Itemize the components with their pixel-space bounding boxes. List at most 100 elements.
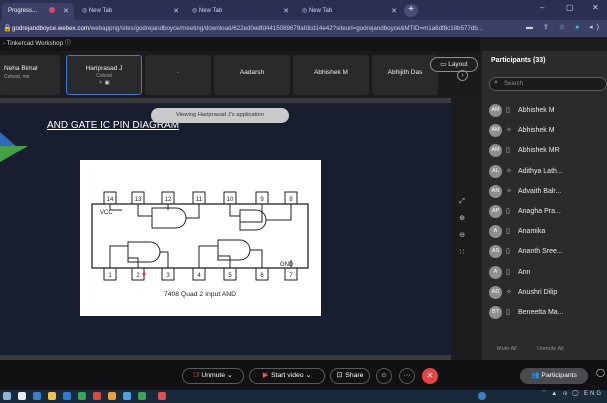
avatar: A	[489, 265, 502, 279]
chat-icon[interactable]: ◯	[596, 368, 605, 377]
list-item[interactable]: BT ▯ Beneetta Ma...	[482, 303, 607, 323]
list-item[interactable]: AM ✧ Abhishek M	[482, 121, 607, 141]
bottom-pins: 1 2 3 4 5 6 7	[103, 267, 298, 281]
layout-button[interactable]: ▭ Layout	[430, 57, 478, 72]
leave-meeting-button[interactable]: ✕	[422, 368, 438, 384]
expand-icon[interactable]: ⤢	[455, 195, 469, 209]
unmute-all-button[interactable]: Unmute All	[537, 346, 564, 352]
pin-label: 13	[135, 197, 142, 203]
app-icon[interactable]	[108, 392, 116, 400]
system-tray[interactable]: ⌃ ▲ ദ ◯ ENG	[542, 391, 603, 398]
mic-muted-icon: 🎙̸	[193, 372, 199, 379]
help-icon[interactable]	[478, 392, 486, 400]
recording-icon	[48, 7, 55, 14]
participant-tile-active-speaker[interactable]: Hariprasad J Cohost ✧ ▣	[66, 55, 142, 95]
device-icon: ✧	[506, 127, 512, 135]
list-item[interactable]: AS ▯ Ananth Sree...	[482, 242, 607, 262]
maximize-icon[interactable]: ▢	[566, 3, 574, 12]
chevron-down-icon[interactable]: ⌄	[305, 372, 311, 379]
participant-tile[interactable]: Neha Bimal Cohost, me	[0, 55, 60, 95]
zoom-in-icon[interactable]: ⊕	[455, 212, 469, 226]
chevron-right-icon[interactable]: ›	[457, 70, 468, 81]
address-bar[interactable]: 🔒 godrejandboyce.webex.com/webappng/site…	[0, 20, 607, 37]
participant-tile[interactable]: Abhijith Das	[372, 55, 438, 95]
pin-label: 4	[197, 273, 201, 279]
tab-progress[interactable]: Progress... ✕	[2, 3, 74, 20]
star-icon[interactable]: ☆	[559, 24, 569, 31]
list-item[interactable]: AP ▯ Anagha Pra...	[482, 202, 607, 222]
search-taskbar-icon[interactable]	[18, 392, 26, 400]
participant-name: Abhishek M	[518, 107, 555, 114]
app-icon[interactable]	[158, 392, 166, 400]
participant-name: Ananth Sree...	[518, 248, 563, 256]
list-item[interactable]: A ▯ Anamika	[482, 222, 607, 242]
participant-tile[interactable]: ·	[145, 55, 211, 95]
layout-label: Layout	[448, 61, 468, 68]
unmute-label: Unmute	[201, 372, 226, 379]
unmute-button[interactable]: 🎙̸ Unmute ⌄	[182, 368, 244, 384]
participant-name: Beneetta Ma...	[518, 308, 564, 316]
avatar: BT	[489, 305, 502, 319]
chevron-down-icon[interactable]: ⌄	[227, 372, 233, 379]
close-tab-icon[interactable]: ✕	[63, 3, 69, 20]
list-item[interactable]: AM ▯ Abhishek M	[482, 101, 607, 121]
download-icon[interactable]: ▬	[526, 24, 537, 31]
participant-name: Abhishek M	[518, 127, 555, 135]
close-tab-icon[interactable]: ✕	[391, 3, 397, 20]
address-bar-icons[interactable]: ▬ ⇪ ☆ ● ◂)	[526, 23, 603, 31]
tab-new-2[interactable]: ◎ New Tab ✕	[186, 3, 294, 20]
participant-name: Anamika	[518, 228, 546, 236]
tile-role: Cohost	[96, 73, 112, 79]
word-icon[interactable]	[63, 392, 71, 400]
minimize-icon[interactable]: –	[540, 3, 544, 12]
reactions-button[interactable]: ☺	[376, 368, 392, 384]
powerpoint-icon[interactable]	[93, 392, 101, 400]
participant-tile[interactable]: Abhishek M	[293, 55, 369, 95]
pin-label: 1	[108, 273, 112, 279]
grip-icon[interactable]: ∷	[455, 246, 469, 260]
globe-icon: ◎	[82, 8, 89, 14]
avatar: A	[489, 225, 502, 239]
speaker-icon[interactable]: ◂)	[589, 24, 603, 31]
list-item[interactable]: AM ▯ Abhishek MR	[482, 141, 607, 161]
participant-list: AM ▯ Abhishek M AM ✧ Abhishek M AM ▯ Abhishek …	[482, 101, 607, 323]
device-icon: ✧	[506, 167, 512, 175]
close-tab-icon[interactable]: ✕	[283, 3, 289, 20]
tab-new-1[interactable]: ◎ New Tab ✕	[76, 3, 184, 20]
ic-pin-diagram: 14 13 12 11 10 9 8 1 2 3 4 5 6 7 VCC GND	[91, 191, 309, 298]
list-item[interactable]: AD ✧ Anushri Dilip	[482, 283, 607, 303]
share-button[interactable]: ⊡ Share	[330, 368, 370, 384]
list-item[interactable]: A ▯ Ann	[482, 263, 607, 283]
participant-tile[interactable]: Aadarsh	[214, 55, 290, 95]
file-explorer-icon[interactable]	[48, 392, 56, 400]
participant-name: Adithya Lath...	[518, 167, 563, 175]
participant-name: Abhishek MR	[518, 147, 560, 155]
close-window-icon[interactable]: ✕	[592, 3, 599, 12]
start-menu-icon[interactable]	[3, 392, 11, 400]
device-icon: ▯	[506, 308, 510, 316]
list-item[interactable]: AL ✧ Adithya Lath...	[482, 162, 607, 182]
video-off-icon: ▶̸	[262, 372, 269, 379]
app-icon[interactable]	[138, 392, 146, 400]
extension-icon[interactable]: ●	[575, 24, 583, 31]
video-thumbnail-strip: Neha Bimal Cohost, me Hariprasad J Cohos…	[0, 51, 480, 98]
more-options-button[interactable]: ···	[399, 368, 415, 384]
start-video-button[interactable]: ▶̸ Start video ⌄	[249, 368, 325, 384]
task-view-icon[interactable]	[33, 392, 41, 400]
url-text[interactable]: godrejandboyce.webex.com/webappng/sites/…	[12, 20, 512, 37]
tab-new-3[interactable]: ◎ New Tab ✕	[296, 3, 402, 20]
close-tab-icon[interactable]: ✕	[173, 3, 179, 20]
participants-button[interactable]: 👥 Participants	[520, 368, 588, 384]
mute-all-button[interactable]: Mute All	[497, 346, 517, 352]
zoom-out-icon[interactable]: ⊖	[455, 229, 469, 243]
chrome-icon[interactable]	[123, 392, 131, 400]
new-tab-plus-icon[interactable]: +	[404, 4, 418, 17]
device-icon: ▯	[506, 248, 510, 256]
excel-icon[interactable]	[78, 392, 86, 400]
share-icon[interactable]: ⇪	[543, 24, 553, 31]
avatar: AD	[489, 285, 502, 299]
pin-label: 5	[228, 273, 232, 279]
participant-search-input[interactable]: ⌕ Search	[489, 77, 607, 91]
list-item[interactable]: AN ✧ Advaith Balr...	[482, 182, 607, 202]
lock-icon: 🔒	[3, 25, 12, 32]
